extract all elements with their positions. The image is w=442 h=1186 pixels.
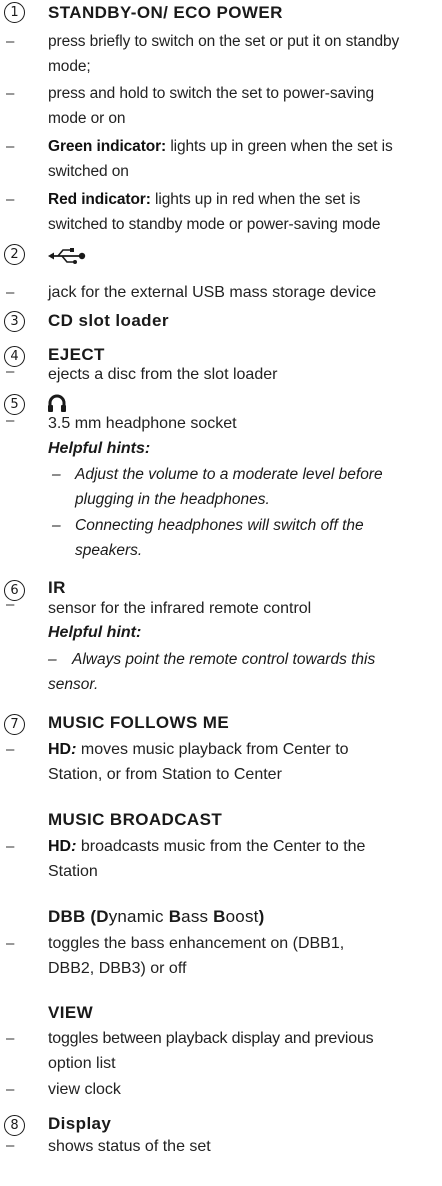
bullet-dash: – — [6, 191, 15, 208]
display-line-1: shows status of the set — [48, 1138, 211, 1155]
standby-line-1: press briefly to switch on the set or pu… — [48, 33, 400, 50]
hint-dash: – — [52, 466, 61, 483]
bullet-dash: – — [6, 838, 15, 855]
standby-line-1b: mode; — [48, 58, 91, 75]
mb-text: broadcasts music from the Center to the — [76, 838, 366, 855]
item-number-3: 3 — [4, 311, 25, 332]
bullet-dash: – — [6, 138, 15, 155]
headphone-line-1: 3.5 mm headphone socket — [48, 415, 237, 432]
bullet-dash: – — [6, 935, 15, 952]
bullet-dash: – — [6, 85, 15, 102]
green-indicator-line: Green indicator: lights up in green when… — [48, 138, 393, 156]
green-indicator-text: lights up in green when the set is — [166, 138, 393, 155]
red-indicator-line: Red indicator: lights up in red when the… — [48, 191, 360, 209]
eject-line-1: ejects a disc from the slot loader — [48, 366, 278, 383]
dbb-suffix: ) — [258, 907, 265, 926]
item-title-eject: EJECT — [48, 345, 105, 364]
bullet-dash: – — [6, 363, 15, 380]
red-indicator-label: Red indicator: — [48, 191, 151, 208]
item-title-standby: STANDBY-ON/ ECO POWER — [48, 3, 283, 22]
bullet-dash: – — [6, 1030, 15, 1047]
dbb-ass: ass — [181, 907, 214, 926]
bullet-dash: – — [6, 1137, 15, 1154]
dbb-b2: B — [213, 907, 226, 926]
headphones-icon — [47, 394, 67, 417]
dbb-d: D — [96, 907, 109, 926]
bullet-dash: – — [6, 741, 15, 758]
hint-dash: – — [48, 651, 57, 668]
mb-line-1: HD: broadcasts music from the Center to … — [48, 838, 365, 856]
bullet-dash: – — [6, 412, 15, 429]
view-line-1b: option list — [48, 1055, 116, 1072]
item-number-2: 2 — [4, 244, 25, 265]
usb-line-1: jack for the external USB mass storage d… — [48, 284, 377, 301]
dbb-line-1b: DBB2, DBB3) or off — [48, 960, 187, 977]
item-title-music-follows-me: MUSIC FOLLOWS ME — [48, 713, 230, 732]
bullet-dash: – — [6, 1081, 15, 1098]
item-number-1: 1 — [4, 2, 25, 23]
dbb-line-1: toggles the bass enhancement on (DBB1, — [48, 935, 345, 952]
red-indicator-text: lights up in red when the set is — [150, 191, 361, 208]
ir-line-1: sensor for the infrared remote control — [48, 600, 312, 617]
hint-1-line-b: plugging in the headphones. — [75, 491, 270, 508]
hint-1-line-a: Adjust the volume to a moderate level be… — [75, 466, 383, 483]
standby-line-2: press and hold to switch the set to powe… — [48, 85, 375, 102]
hint-2-line-a: Connecting headphones will switch off th… — [75, 517, 364, 534]
hd-label: HD — [48, 838, 72, 855]
manual-page: 1 STANDBY-ON/ ECO POWER – press briefly … — [0, 0, 442, 1186]
item-title-music-broadcast: MUSIC BROADCAST — [48, 810, 223, 829]
mfm-line-1: HD: moves music playback from Center to — [48, 741, 349, 759]
bullet-dash: – — [6, 33, 15, 50]
green-indicator-line-b: switched on — [48, 163, 129, 180]
item-number-7: 7 — [4, 714, 25, 735]
item-number-8: 8 — [4, 1115, 25, 1136]
dbb-b1: B — [168, 907, 182, 926]
view-line-1: toggles between playback display and pre… — [48, 1030, 374, 1047]
dbb-prefix: DBB ( — [48, 907, 97, 926]
item-title-ir: IR — [48, 578, 66, 597]
red-indicator-line-b: switched to standby mode or power-saving… — [48, 216, 381, 233]
green-indicator-label: Green indicator: — [48, 138, 167, 155]
bullet-dash: – — [6, 284, 15, 301]
ir-hint-line-b: sensor. — [48, 676, 99, 693]
bullet-dash: – — [6, 596, 15, 613]
helpful-hint-title: Helpful hint: — [48, 624, 142, 641]
dbb-ynamic: ynamic — [108, 907, 169, 926]
ir-hint-line-a: Always point the remote control towards … — [72, 651, 376, 668]
item-title-dbb: DBB (Dynamic Bass Boost) — [48, 907, 264, 927]
standby-line-2b: mode or on — [48, 110, 126, 127]
hd-label: HD — [48, 741, 72, 758]
helpful-hints-title: Helpful hints: — [48, 440, 151, 457]
hint-2-line-b: speakers. — [75, 542, 143, 559]
item-title-cd-slot: CD slot loader — [48, 311, 169, 330]
dbb-oost: oost — [225, 907, 259, 926]
usb-icon — [48, 247, 86, 269]
item-title-display: Display — [48, 1114, 112, 1133]
item-title-view: VIEW — [48, 1003, 94, 1022]
hint-dash: – — [52, 517, 61, 534]
mb-line-1b: Station — [48, 863, 98, 880]
mfm-line-1b: Station, or from Station to Center — [48, 766, 282, 783]
view-line-2: view clock — [48, 1081, 121, 1098]
mfm-text: moves music playback from Center to — [76, 741, 349, 758]
